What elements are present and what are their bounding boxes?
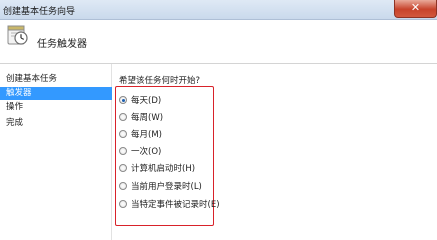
page-title: 任务触发器 <box>37 39 87 50</box>
option-at-logon[interactable]: 当前用户登录时(L) <box>119 180 202 192</box>
option-daily[interactable]: 每天(D) <box>119 94 161 106</box>
window-title: 创建基本任务向导 <box>3 7 76 17</box>
option-label: 计算机启动时(H) <box>131 164 196 174</box>
option-label: 一次(O) <box>131 147 162 157</box>
nav-step-trigger[interactable]: 触发器 <box>0 87 112 100</box>
wizard-header: 任务触发器 <box>0 20 437 64</box>
radio-button[interactable] <box>119 182 127 190</box>
option-once[interactable]: 一次(O) <box>119 145 161 157</box>
option-label: 当前用户登录时(L) <box>131 182 202 192</box>
nav-step-create-basic-task[interactable]: 创建基本任务 <box>0 73 112 86</box>
wizard-steps-nav: 创建基本任务 触发器 操作 完成 <box>0 64 112 240</box>
radio-button[interactable] <box>119 164 127 172</box>
option-at-startup[interactable]: 计算机启动时(H) <box>119 162 195 174</box>
nav-step-label: 创建基本任务 <box>6 74 58 84</box>
nav-step-label: 触发器 <box>6 88 32 98</box>
window-titlebar: 创建基本任务向导 ✕ <box>0 0 437 20</box>
trigger-question: 希望该任务何时开始? <box>119 76 201 86</box>
radio-button[interactable] <box>119 200 127 208</box>
radio-button[interactable] <box>119 147 127 155</box>
nav-step-finish[interactable]: 完成 <box>0 117 112 130</box>
option-weekly[interactable]: 每周(W) <box>119 111 163 123</box>
option-monthly[interactable]: 每月(M) <box>119 128 162 140</box>
close-icon: ✕ <box>410 1 421 14</box>
task-clock-icon <box>6 23 30 50</box>
close-button[interactable]: ✕ <box>394 0 437 18</box>
option-label: 每月(M) <box>131 130 162 140</box>
option-on-event[interactable]: 当特定事件被记录时(E) <box>119 198 220 210</box>
option-label: 每周(W) <box>131 113 164 123</box>
option-label: 当特定事件被记录时(E) <box>131 200 220 210</box>
radio-button[interactable] <box>119 96 127 104</box>
nav-step-action[interactable]: 操作 <box>0 101 112 114</box>
nav-step-label: 完成 <box>6 118 24 128</box>
radio-button[interactable] <box>119 113 127 121</box>
nav-step-label: 操作 <box>6 102 24 112</box>
option-label: 每天(D) <box>131 96 162 106</box>
radio-button[interactable] <box>119 130 127 138</box>
